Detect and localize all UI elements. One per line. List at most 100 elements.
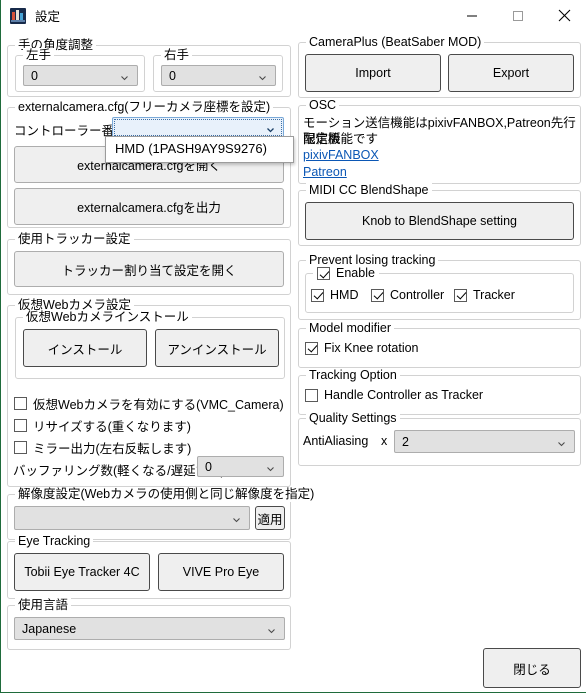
- pixivfanbox-link[interactable]: pixivFANBOX: [303, 148, 379, 162]
- patreon-link[interactable]: Patreon: [303, 165, 347, 179]
- group-prevent-losing-tracking: Prevent losing tracking Enable HMD Contr…: [298, 253, 581, 320]
- open-tracker-assign-button[interactable]: トラッカー割り当て設定を開く: [14, 251, 284, 287]
- chevron-down-icon: [267, 624, 276, 633]
- mirror-output-checkbox[interactable]: ミラー出力(左右反転します): [14, 438, 191, 457]
- tobii-eye-tracker-label: Tobii Eye Tracker 4C: [24, 565, 140, 579]
- cameraplus-import-label: Import: [355, 66, 391, 80]
- group-externalcamera-title: externalcamera.cfg(フリーカメラ座標を設定): [15, 100, 274, 115]
- checkbox-box: [371, 288, 384, 302]
- chevron-down-icon: [232, 514, 241, 523]
- buffering-count-combo[interactable]: 0: [197, 456, 284, 477]
- group-tracker-settings: 使用トラッカー設定 トラッカー割り当て設定を開く: [7, 232, 291, 295]
- group-externalcamera: externalcamera.cfg(フリーカメラ座標を設定) コントローラー番…: [7, 100, 291, 228]
- group-virtual-webcam: 仮想Webカメラ設定 仮想Webカメラインストール インストール アンインストー…: [7, 298, 291, 487]
- handle-controller-as-tracker-checkbox[interactable]: Handle Controller as Tracker: [305, 388, 483, 402]
- chevron-down-icon: [120, 71, 129, 80]
- fix-knee-rotation-checkbox[interactable]: Fix Knee rotation: [305, 341, 419, 355]
- uninstall-button[interactable]: アンインストール: [155, 329, 279, 367]
- export-externalcamera-cfg-label: externalcamera.cfgを出力: [77, 201, 221, 215]
- group-virtual-webcam-install: 仮想Webカメラインストール インストール アンインストール: [15, 310, 285, 379]
- left-hand-angle-value: 0: [31, 68, 38, 83]
- group-eye-tracking-title: Eye Tracking: [15, 534, 94, 549]
- window-title: 設定: [35, 10, 61, 24]
- group-hand-angle: 手の角度調整 左手 0 右手 0: [7, 38, 291, 97]
- antialiasing-value: 2: [402, 434, 409, 449]
- settings-window: 設定 手の角度調整 左手 0 右手 0 externalcamera.cfg(フ…: [0, 0, 586, 693]
- checkbox-box: [14, 441, 27, 454]
- cameraplus-export-label: Export: [492, 66, 530, 80]
- group-quality-settings: Quality Settings AntiAliasing x 2: [298, 411, 581, 466]
- checkbox-box: [14, 419, 27, 432]
- prevent-tracker-label: Tracker: [473, 288, 515, 302]
- osc-note-line2: 限定機能です: [303, 132, 379, 146]
- resolution-combo[interactable]: [14, 506, 250, 530]
- close-button-label: 閉じる: [513, 662, 551, 677]
- app-icon: [10, 7, 26, 24]
- group-left-hand-title: 左手: [23, 48, 55, 63]
- apply-resolution-button[interactable]: 適用: [255, 506, 285, 530]
- tobii-eye-tracker-button[interactable]: Tobii Eye Tracker 4C: [14, 553, 150, 591]
- vive-pro-eye-button[interactable]: VIVE Pro Eye: [158, 553, 284, 591]
- prevent-hmd-checkbox[interactable]: HMD: [311, 288, 358, 302]
- controller-number-combo[interactable]: [112, 117, 284, 138]
- maximize-icon[interactable]: [495, 0, 541, 31]
- chevron-down-icon: [266, 123, 275, 132]
- uninstall-label: アンインストール: [167, 342, 267, 357]
- group-tracking-option-title: Tracking Option: [306, 368, 400, 383]
- group-left-hand: 左手 0: [15, 48, 145, 92]
- group-midi-blendshape-title: MIDI CC BlendShape: [306, 183, 432, 198]
- prevent-controller-checkbox[interactable]: Controller: [371, 288, 444, 302]
- group-tracking-option: Tracking Option Handle Controller as Tra…: [298, 368, 581, 415]
- group-language-title: 使用言語: [15, 598, 72, 613]
- group-language: 使用言語 Japanese: [7, 598, 291, 650]
- enable-virtual-webcam-label: 仮想Webカメラを有効にする(VMC_Camera): [33, 398, 284, 412]
- apply-resolution-label: 適用: [257, 512, 283, 527]
- vive-pro-eye-label: VIVE Pro Eye: [182, 565, 260, 579]
- checkbox-box: [317, 267, 330, 280]
- right-hand-angle-combo[interactable]: 0: [161, 65, 276, 86]
- export-externalcamera-cfg-button[interactable]: externalcamera.cfgを出力: [14, 188, 284, 225]
- group-cameraplus-title: CameraPlus (BeatSaber MOD): [306, 35, 485, 50]
- controller-number-dropdown-list[interactable]: HMD (1PASH9AY9S9276): [105, 136, 294, 163]
- group-resolution-title: 解像度設定(Webカメラの使用側と同じ解像度を指定): [15, 487, 318, 502]
- group-prevent-enable: Enable HMD Controller Tracker: [305, 266, 574, 313]
- close-icon[interactable]: [541, 0, 586, 31]
- group-cameraplus: CameraPlus (BeatSaber MOD) Import Export: [298, 35, 581, 98]
- handle-controller-as-tracker-label: Handle Controller as Tracker: [324, 388, 484, 402]
- prevent-enable-label: Enable: [336, 266, 375, 280]
- group-virtual-webcam-install-title: 仮想Webカメラインストール: [23, 310, 192, 325]
- prevent-enable-checkbox[interactable]: Enable: [317, 266, 375, 281]
- checkbox-box: [311, 288, 324, 302]
- antialiasing-multiplier-label: x: [381, 434, 388, 448]
- title-bar: 設定: [1, 0, 586, 31]
- group-quality-settings-title: Quality Settings: [306, 411, 400, 426]
- mirror-output-label: ミラー出力(左右反転します): [33, 442, 192, 456]
- group-eye-tracking: Eye Tracking Tobii Eye Tracker 4C VIVE P…: [7, 534, 291, 599]
- checkbox-box: [14, 397, 27, 410]
- fix-knee-rotation-label: Fix Knee rotation: [324, 341, 419, 355]
- install-button[interactable]: インストール: [23, 329, 147, 367]
- resize-label: リサイズする(重くなります): [33, 420, 191, 434]
- knob-to-blendshape-label: Knob to BlendShape setting: [362, 214, 517, 228]
- knob-to-blendshape-button[interactable]: Knob to BlendShape setting: [305, 202, 574, 240]
- cameraplus-import-button[interactable]: Import: [305, 54, 441, 92]
- language-combo[interactable]: Japanese: [14, 617, 285, 640]
- group-model-modifier-title: Model modifier: [306, 321, 394, 336]
- enable-virtual-webcam-checkbox[interactable]: 仮想Webカメラを有効にする(VMC_Camera): [14, 394, 284, 413]
- group-osc-title: OSC: [306, 98, 340, 113]
- antialiasing-combo[interactable]: 2: [394, 430, 575, 453]
- minimize-icon[interactable]: [449, 0, 495, 31]
- checkbox-box: [305, 341, 318, 355]
- close-button[interactable]: 閉じる: [483, 648, 581, 688]
- prevent-tracker-checkbox[interactable]: Tracker: [454, 288, 515, 302]
- resize-checkbox[interactable]: リサイズする(重くなります): [14, 416, 191, 435]
- checkbox-box: [305, 388, 318, 402]
- group-tracker-settings-title: 使用トラッカー設定: [15, 232, 134, 247]
- group-model-modifier: Model modifier Fix Knee rotation: [298, 321, 581, 368]
- prevent-controller-label: Controller: [390, 288, 445, 302]
- dropdown-option-hmd[interactable]: HMD (1PASH9AY9S9276): [106, 137, 293, 161]
- open-tracker-assign-label: トラッカー割り当て設定を開く: [61, 263, 237, 278]
- prevent-hmd-label: HMD: [330, 288, 359, 302]
- cameraplus-export-button[interactable]: Export: [448, 54, 574, 92]
- left-hand-angle-combo[interactable]: 0: [23, 65, 138, 86]
